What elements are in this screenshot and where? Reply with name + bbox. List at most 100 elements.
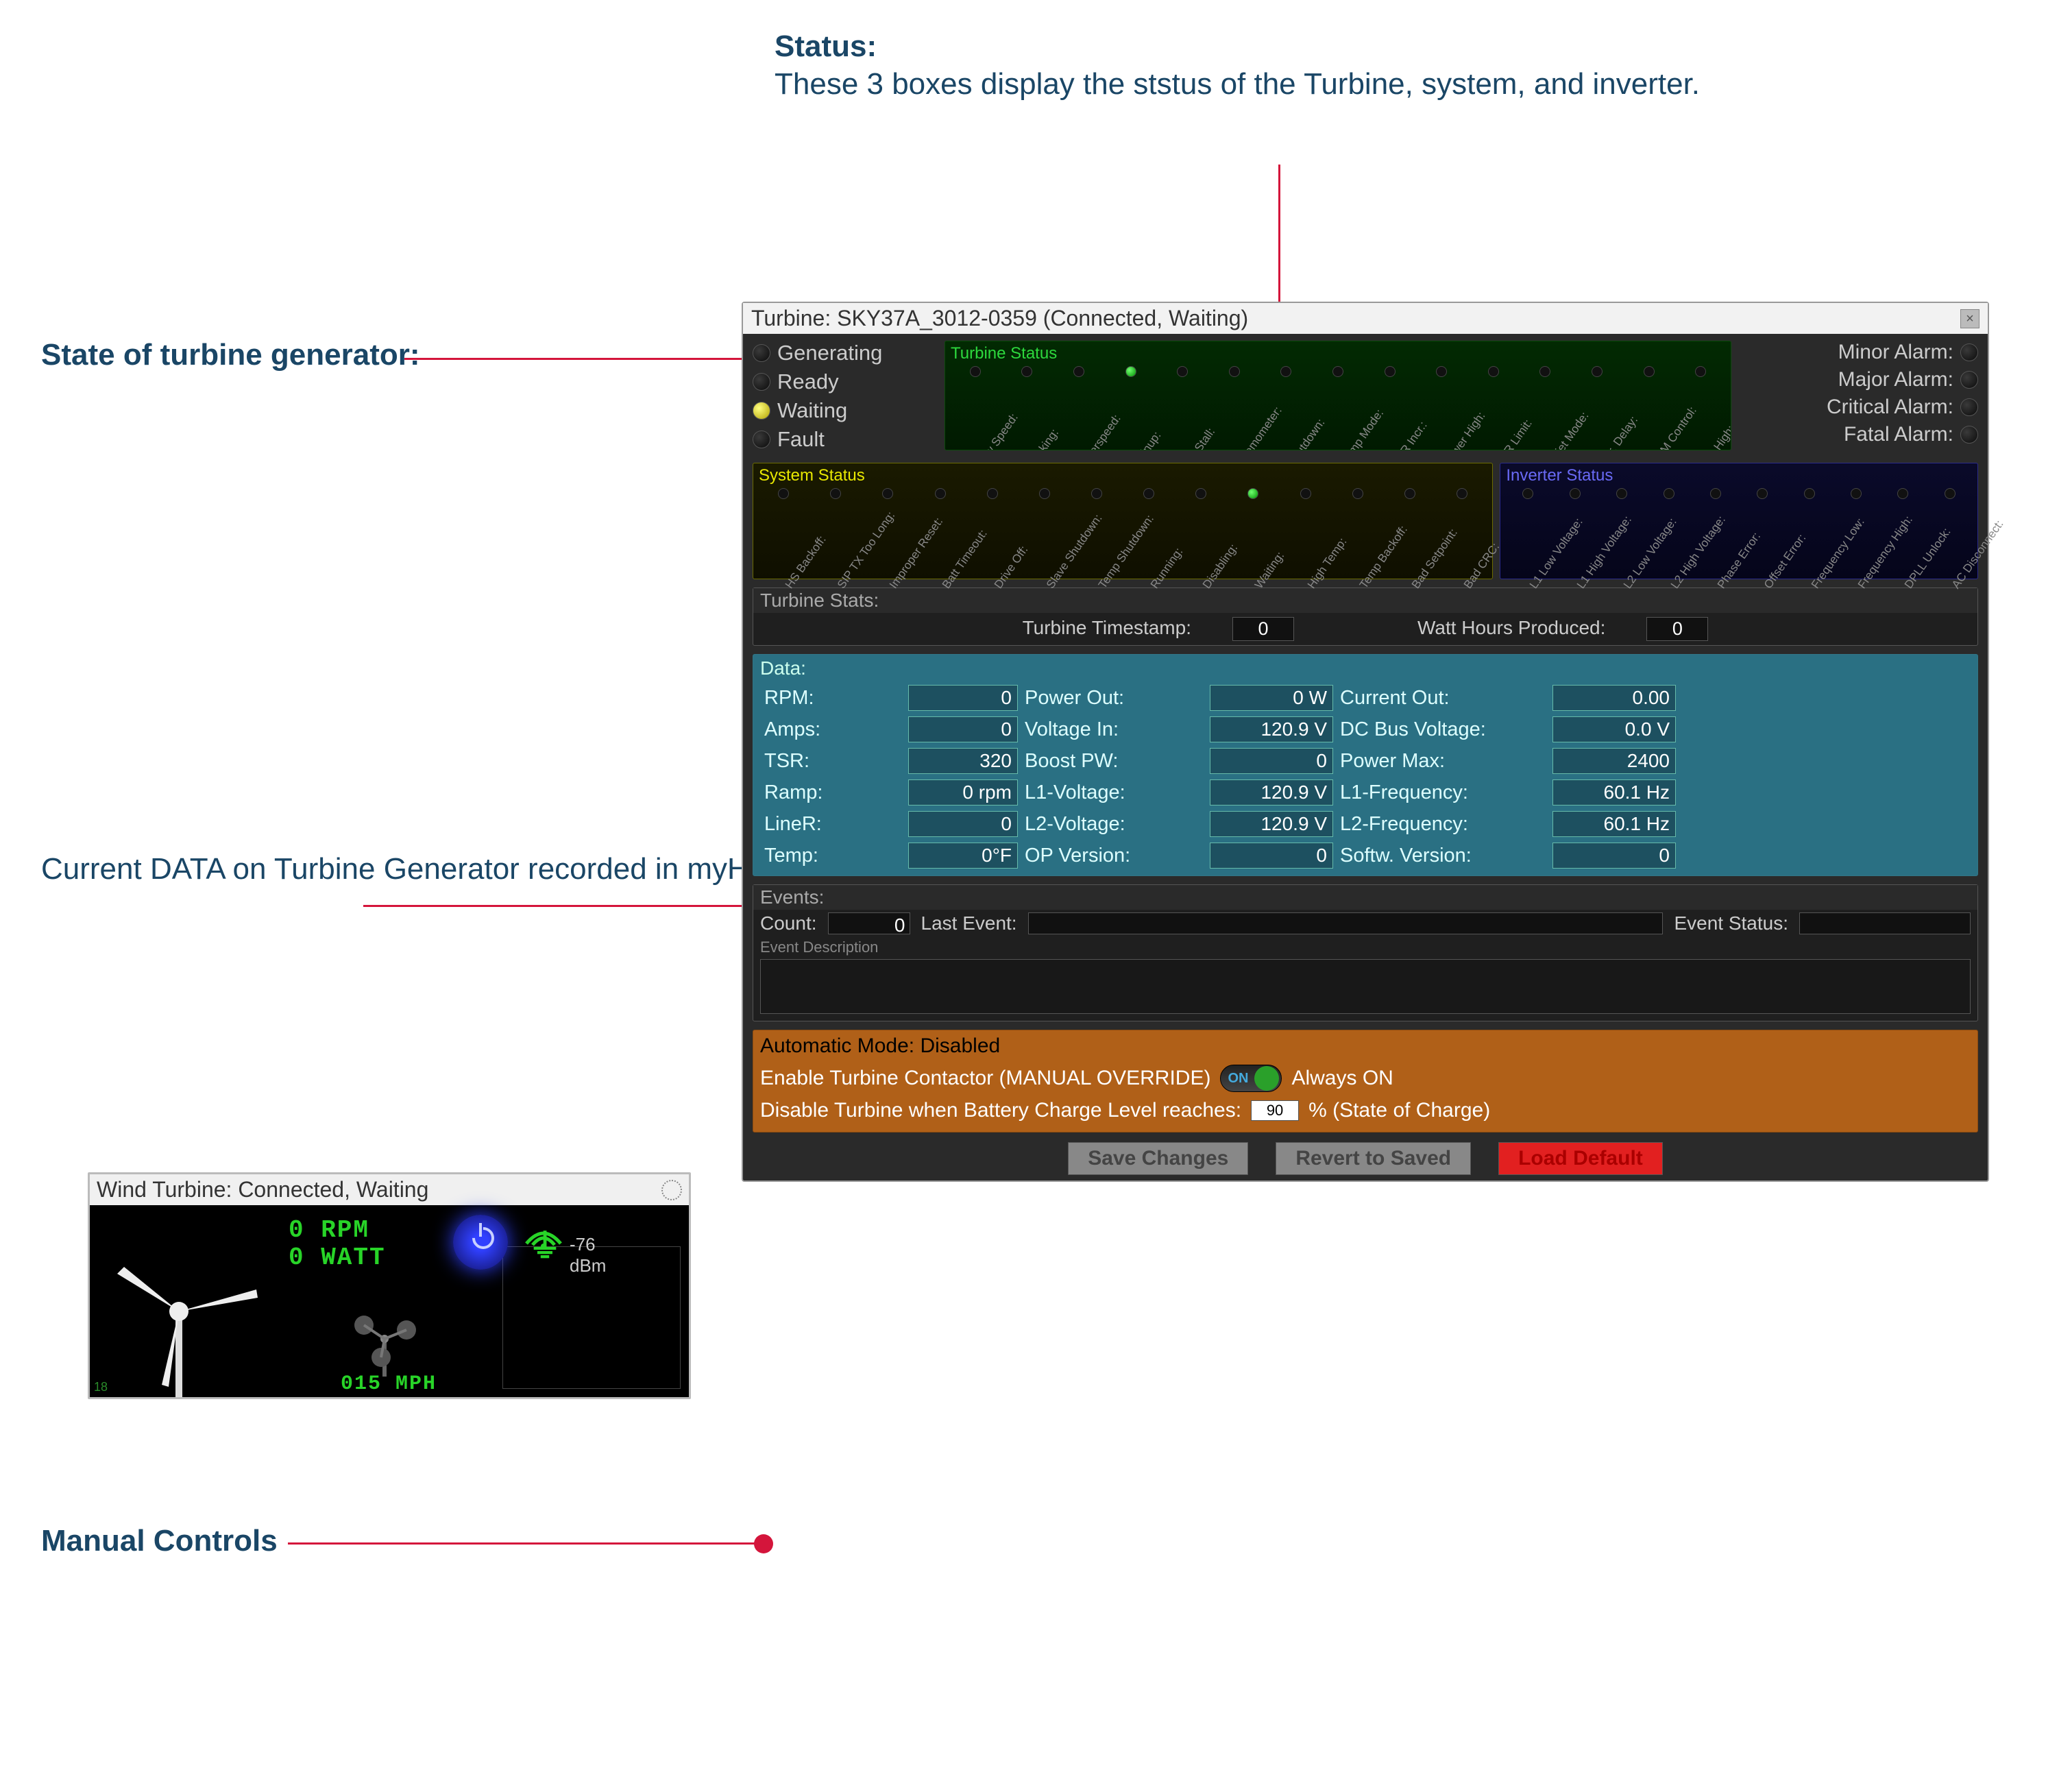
status-led <box>1710 488 1721 499</box>
status-led <box>1177 366 1188 377</box>
timestamp-value: 0 <box>1232 617 1294 641</box>
status-led <box>970 366 981 377</box>
alarm-major-label: Major Alarm: <box>1838 368 1953 391</box>
status-led <box>1457 488 1467 499</box>
auto-enable-label: Enable Turbine Contactor (MANUAL OVERRID… <box>760 1067 1210 1090</box>
state-ready: Ready <box>777 370 839 394</box>
led-fault <box>753 431 770 448</box>
system-status-panel: System Status HS Backoff:SIP TX Too Long… <box>753 463 1493 579</box>
events-desc-label: Event Description <box>753 937 1977 958</box>
events-count-value: 0 <box>828 912 910 934</box>
mini-dbm: -76 dBm <box>570 1234 606 1276</box>
led-alarm-fatal <box>1960 426 1978 444</box>
annot-data-label: Current DATA on Turbine Generator record… <box>41 850 779 888</box>
state-fault: Fault <box>777 427 825 452</box>
led-alarm-minor <box>1960 343 1978 361</box>
status-led <box>1664 488 1674 499</box>
data-value: 320 <box>908 748 1018 774</box>
save-button[interactable]: Save Changes <box>1068 1142 1248 1175</box>
annot-status-title: Status: <box>775 29 877 63</box>
auto-always-on: Always ON <box>1291 1067 1393 1090</box>
events-status-value <box>1799 912 1971 934</box>
alarm-critical-label: Critical Alarm: <box>1827 396 1953 419</box>
dialog-title-text: Turbine: SKY37A_3012-0359 (Connected, Wa… <box>751 306 1248 331</box>
alarm-fatal-label: Fatal Alarm: <box>1844 423 1953 446</box>
data-label: L1-Voltage: <box>1025 782 1203 804</box>
timestamp-label: Turbine Timestamp: <box>1023 617 1191 641</box>
data-value: 120.9 V <box>1210 716 1333 742</box>
events-desc-box <box>760 959 1971 1014</box>
led-ready <box>753 373 770 391</box>
alarm-column: Minor Alarm: Major Alarm: Critical Alarm… <box>1738 341 1978 456</box>
turbine-stats-title: Turbine Stats: <box>753 588 1977 613</box>
annot-manual-label: Manual Controls <box>41 1522 278 1560</box>
status-led <box>1300 488 1311 499</box>
status-led <box>1039 488 1050 499</box>
data-value: 0°F <box>908 843 1018 869</box>
status-led <box>987 488 998 499</box>
status-led <box>830 488 841 499</box>
watthours-label: Watt Hours Produced: <box>1417 617 1605 641</box>
status-led <box>1539 366 1550 377</box>
wifi-bars-icon <box>523 1216 564 1250</box>
anemometer-icon <box>343 1301 426 1377</box>
data-label: DC Bus Voltage: <box>1340 718 1546 741</box>
events-title: Events: <box>753 885 1977 910</box>
mini-rpm: 0 RPM <box>289 1216 369 1244</box>
data-panel: Data: RPM:0Power Out:0 WCurrent Out:0.00… <box>753 654 1978 876</box>
events-last-value <box>1028 912 1664 934</box>
status-led <box>882 488 893 499</box>
status-led <box>1570 488 1581 499</box>
load-default-button[interactable]: Load Default <box>1498 1142 1663 1175</box>
data-label: TSR: <box>764 750 901 773</box>
status-led <box>1592 366 1603 377</box>
status-led <box>1851 488 1862 499</box>
led-alarm-major <box>1960 371 1978 389</box>
events-panel: Events: Count: 0 Last Event: Event Statu… <box>753 884 1978 1021</box>
data-label: Amps: <box>764 718 901 741</box>
power-icon[interactable] <box>453 1215 508 1270</box>
state-generating: Generating <box>777 341 882 365</box>
data-label: LineR: <box>764 813 901 836</box>
dialog-titlebar: Turbine: SKY37A_3012-0359 (Connected, Wa… <box>743 303 1988 334</box>
status-led <box>935 488 946 499</box>
annot-state-label: State of turbine generator: <box>41 336 420 374</box>
turbine-dialog: Turbine: SKY37A_3012-0359 (Connected, Wa… <box>742 302 1989 1182</box>
data-value: 0.0 V <box>1552 716 1676 742</box>
gear-icon[interactable] <box>661 1180 682 1200</box>
data-label: Softw. Version: <box>1340 845 1546 867</box>
automatic-mode-panel: Automatic Mode: Disabled Enable Turbine … <box>753 1030 1978 1133</box>
data-value: 0 <box>1210 843 1333 869</box>
contactor-toggle[interactable]: ON <box>1220 1065 1282 1092</box>
toggle-knob <box>1254 1066 1279 1091</box>
status-led <box>1804 488 1815 499</box>
close-icon[interactable]: × <box>1960 309 1979 328</box>
toggle-on-label: ON <box>1228 1071 1248 1087</box>
data-label: RPM: <box>764 687 901 710</box>
status-led <box>1247 488 1258 499</box>
status-led <box>1436 366 1447 377</box>
led-generating <box>753 344 770 362</box>
status-led <box>1644 366 1655 377</box>
battery-pct-input[interactable] <box>1251 1100 1299 1121</box>
status-led <box>778 488 789 499</box>
data-title: Data: <box>753 655 1977 682</box>
status-led <box>1195 488 1206 499</box>
status-led <box>1332 366 1343 377</box>
auto-title-state: Disabled <box>920 1034 1000 1057</box>
revert-button[interactable]: Revert to Saved <box>1276 1142 1471 1175</box>
auto-disable-label: Disable Turbine when Battery Charge Leve… <box>760 1099 1241 1122</box>
status-led <box>1021 366 1032 377</box>
data-label: Temp: <box>764 845 901 867</box>
status-led <box>1280 366 1291 377</box>
data-value: 0.00 <box>1552 685 1676 711</box>
status-led <box>1522 488 1533 499</box>
data-value: 0 <box>908 716 1018 742</box>
turbine-status-title: Turbine Status <box>945 341 1731 366</box>
data-label: Power Out: <box>1025 687 1203 710</box>
status-led <box>1385 366 1396 377</box>
status-led <box>1616 488 1627 499</box>
led-waiting <box>753 402 770 420</box>
status-led <box>1945 488 1956 499</box>
data-value: 0 <box>1552 843 1676 869</box>
